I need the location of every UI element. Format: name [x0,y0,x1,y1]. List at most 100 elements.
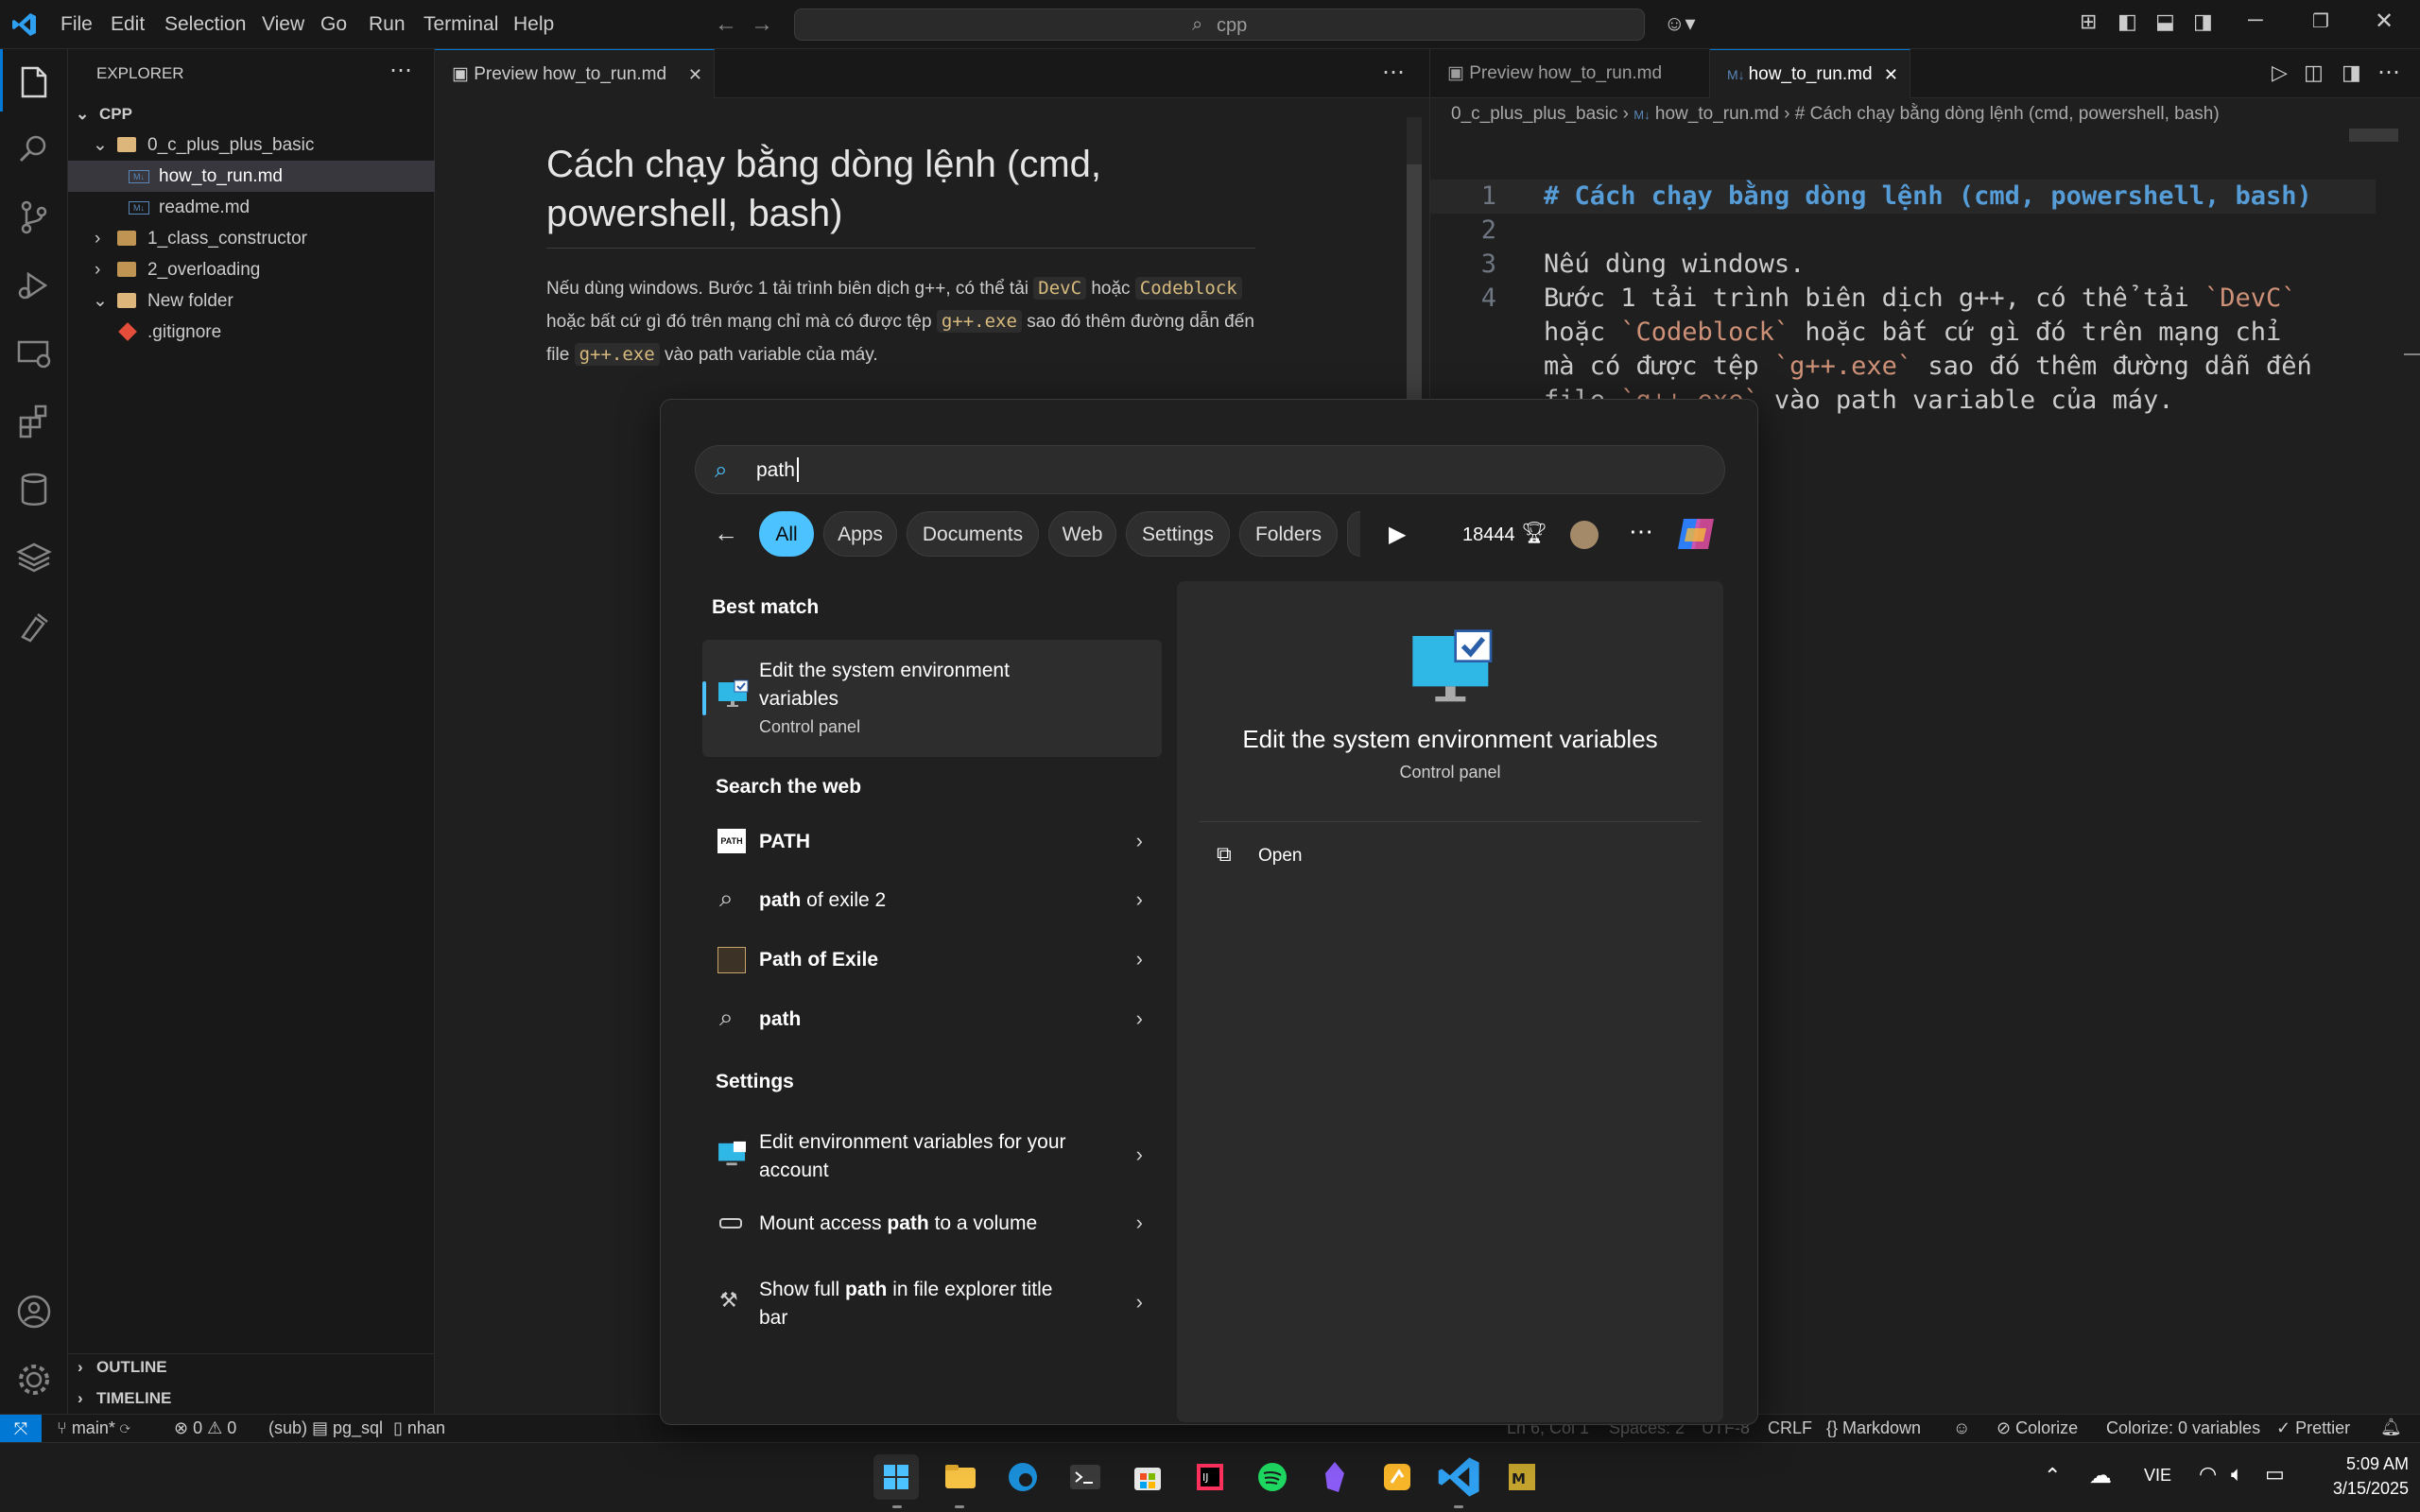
menu-edit[interactable]: Edit [111,13,145,36]
layout-icon[interactable]: ⊞ [2080,9,2097,34]
edge-taskbar-icon[interactable] [1000,1454,1046,1500]
split-editor-icon[interactable]: ◨ [2342,60,2361,85]
menu-view[interactable]: View [262,13,304,36]
tab-preview-how-to-run[interactable]: ▣ Preview how_to_run.md ✕ [435,49,715,98]
command-center[interactable]: ⌕ cpp [794,9,1645,41]
input-language[interactable]: VIE [2144,1466,2171,1486]
close-tab-icon[interactable]: ✕ [688,50,702,99]
toggle-secondary-sidebar-icon[interactable]: ◨ [2193,9,2213,34]
close-window-icon[interactable]: ✕ [2375,8,2394,35]
toggle-panel-icon[interactable]: ⬓ [2155,9,2175,34]
account-icon[interactable] [13,1291,55,1332]
mobaxterm-taskbar-icon[interactable]: M [1499,1454,1545,1500]
rewards-points[interactable]: 18444 [1462,524,1515,546]
open-action[interactable]: ⧉ Open [1200,834,1701,876]
close-tab-icon[interactable]: ✕ [1884,50,1898,99]
prettier-indicator[interactable]: ✓ Prettier [2276,1418,2350,1438]
run-icon[interactable]: ▷ [2272,60,2288,85]
volume-icon[interactable]: 🔈︎ [2231,1462,2243,1486]
tab-how-to-run-md[interactable]: M↓ how_to_run.md ✕ [1710,49,1910,98]
best-match-result[interactable]: Edit the system environment variables Co… [702,640,1162,757]
search-icon[interactable] [13,129,55,170]
colorize-toggle[interactable]: ⊘ Colorize [1996,1418,2078,1438]
restore-icon[interactable]: ❐ [2312,9,2329,33]
extensions-icon[interactable] [13,401,55,442]
vscode-taskbar-icon[interactable] [1437,1454,1482,1500]
menu-terminal[interactable]: Terminal [424,13,498,36]
copilot-icon[interactable]: ☺▾ [1664,11,1696,36]
breadcrumb-symbol[interactable]: # Cách chạy bằng dòng lệnh (cmd, powersh… [1795,104,2220,124]
database-indicator[interactable]: ▤ pg_sql [312,1418,383,1438]
workspace-root[interactable]: ⌄ CPP [68,98,435,129]
minimize-icon[interactable]: ─ [2248,8,2263,32]
file-readme-md[interactable]: M↓ readme.md [68,192,435,223]
wifi-icon[interactable]: ◠ [2199,1462,2217,1486]
search-box[interactable]: ⌕ path [695,445,1725,494]
back-arrow-icon[interactable]: ← [715,11,737,38]
terminal-taskbar-icon[interactable] [1063,1454,1108,1500]
problems-indicator[interactable]: ⊗ 0 ⚠ 0 [174,1418,236,1438]
vscode-logo-icon[interactable] [11,11,38,38]
battery-icon[interactable]: ▭ [2265,1462,2285,1486]
test-flask-icon[interactable] [13,605,55,646]
filter-settings[interactable]: Settings [1126,511,1230,557]
clock-date[interactable]: 3/15/2025 [2305,1479,2409,1499]
menu-help[interactable]: Help [513,13,554,36]
copilot-status-icon[interactable]: ☺ [1953,1418,1970,1438]
settings-gear-icon[interactable] [13,1359,55,1400]
web-result-path[interactable]: ⌕ path › [702,1001,1162,1039]
folder-1_class_constructor[interactable]: › 1_class_constructor [68,223,435,254]
tab-preview-how-to-run[interactable]: ▣ Preview how_to_run.md [1430,49,1710,98]
copilot-logo-icon[interactable] [1674,515,1718,553]
menu-selection[interactable]: Selection [164,13,246,36]
store-taskbar-icon[interactable] [1125,1454,1170,1500]
colorize-variables[interactable]: Colorize: 0 variables [2106,1418,2260,1438]
remote-explorer-icon[interactable] [13,333,55,374]
explorer-icon[interactable] [13,60,55,102]
show-hidden-icons-icon[interactable]: ⌃ [2044,1464,2061,1488]
minimap[interactable] [2349,129,2398,142]
remote-indicator-icon[interactable]: ⤧ [0,1415,42,1443]
file-how_to_run-md[interactable]: M↓ how_to_run.md [68,161,435,192]
back-arrow-icon[interactable]: ← [714,519,738,548]
more-actions-icon[interactable]: ⋯ [2377,59,2400,86]
breadcrumb-folder[interactable]: 0_c_plus_plus_basic [1451,104,1617,124]
menu-file[interactable]: File [60,13,93,36]
filter-documents[interactable]: Documents [907,511,1039,557]
setting-edit-env-vars-account[interactable]: Edit environment variables for your acco… [702,1125,1162,1186]
folder-2_overloading[interactable]: › 2_overloading [68,254,435,285]
setting-show-full-path[interactable]: ⚒ Show full path in file explorer title … [702,1273,1162,1333]
obsidian-taskbar-icon[interactable] [1312,1454,1357,1500]
intellij-taskbar-icon[interactable]: IJ [1187,1454,1233,1500]
onedrive-cloud-icon[interactable]: ☁ [2089,1462,2112,1489]
notifications-bell-icon[interactable]: 🔔︎ [2380,1418,2402,1437]
file-explorer-taskbar-icon[interactable] [938,1454,983,1500]
language-mode[interactable]: {} Markdown [1826,1418,1921,1438]
web-result-path-of-exile[interactable]: Path of Exile › [702,941,1162,979]
line-ending[interactable]: CRLF [1768,1418,1812,1438]
menu-run[interactable]: Run [369,13,406,36]
filter-web[interactable]: Web [1048,511,1116,557]
code-text[interactable]: # Cách chạy bằng dòng lệnh (cmd, powersh… [1544,180,2312,418]
database-icon[interactable] [13,469,55,510]
clock-time[interactable]: 5:09 AM [2324,1454,2409,1474]
more-actions-icon[interactable]: ⋯ [389,57,412,84]
menu-go[interactable]: Go [320,13,347,36]
web-result-path[interactable]: PATH PATH › [702,823,1162,861]
branch-indicator[interactable]: ⑂ main* ⟳ [57,1418,130,1438]
folder-0_c_plus_plus_basic[interactable]: ⌄ 0_c_plus_plus_basic [68,129,435,161]
breadcrumb-file[interactable]: how_to_run.md [1655,104,1779,124]
more-actions-icon[interactable]: ⋯ [1382,59,1405,86]
app-taskbar-icon[interactable] [1374,1454,1420,1500]
source-control-icon[interactable] [13,197,55,238]
folder-new-folder[interactable]: ⌄ New folder [68,285,435,317]
start-button[interactable] [873,1454,919,1500]
sub-indicator[interactable]: (sub) [268,1418,307,1438]
outline-section[interactable]: › OUTLINE [68,1351,435,1383]
setting-mount-access-path[interactable]: Mount access path to a volume › [702,1205,1162,1243]
forward-arrow-icon[interactable]: → [751,11,773,38]
toggle-sidebar-icon[interactable]: ◧ [2118,9,2137,34]
play-more-filters-icon[interactable]: ▶ [1389,521,1406,548]
more-options-icon[interactable]: ⋯ [1629,517,1653,546]
timeline-section[interactable]: › TIMELINE [68,1383,435,1414]
